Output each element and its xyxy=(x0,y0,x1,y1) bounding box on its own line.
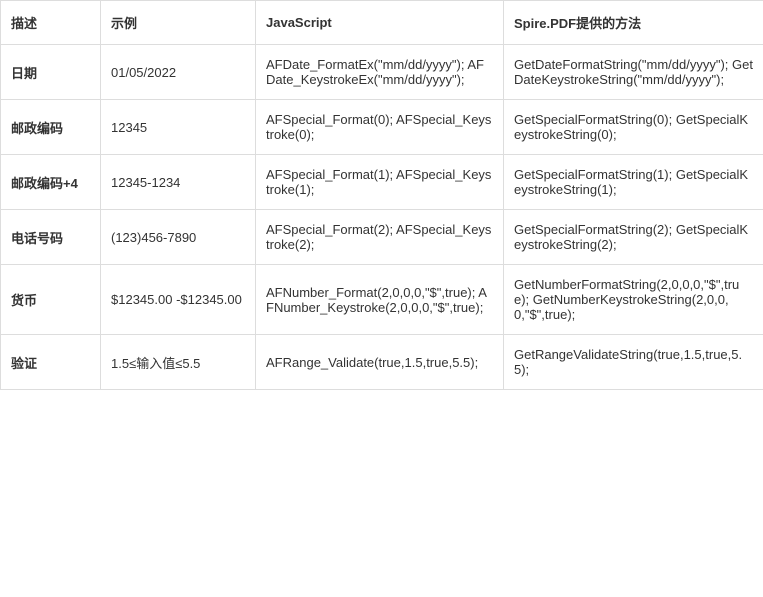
cell-js: AFDate_FormatEx("mm/dd/yyyy"); AFDate_Ke… xyxy=(256,45,504,100)
cell-spire: GetSpecialFormatString(0); GetSpecialKey… xyxy=(504,100,763,155)
cell-spire: GetSpecialFormatString(1); GetSpecialKey… xyxy=(504,155,763,210)
cell-desc: 货币 xyxy=(1,265,101,335)
cell-desc: 邮政编码 xyxy=(1,100,101,155)
cell-example: 12345 xyxy=(101,100,256,155)
cell-spire: GetDateFormatString("mm/dd/yyyy"); GetDa… xyxy=(504,45,763,100)
cell-desc: 电话号码 xyxy=(1,210,101,265)
table-row: 邮政编码 12345 AFSpecial_Format(0); AFSpecia… xyxy=(1,100,763,155)
table-row: 货币 $12345.00 -$12345.00 AFNumber_Format(… xyxy=(1,265,763,335)
cell-example: 12345-1234 xyxy=(101,155,256,210)
cell-example: $12345.00 -$12345.00 xyxy=(101,265,256,335)
table-row: 日期 01/05/2022 AFDate_FormatEx("mm/dd/yyy… xyxy=(1,45,763,100)
table-row: 电话号码 (123)456-7890 AFSpecial_Format(2); … xyxy=(1,210,763,265)
cell-spire: GetNumberFormatString(2,0,0,0,"$",true);… xyxy=(504,265,763,335)
header-desc: 描述 xyxy=(1,1,101,45)
cell-example: 01/05/2022 xyxy=(101,45,256,100)
header-example: 示例 xyxy=(101,1,256,45)
header-js: JavaScript xyxy=(256,1,504,45)
cell-example: 1.5≤输入值≤5.5 xyxy=(101,335,256,390)
table-row: 邮政编码+4 12345-1234 AFSpecial_Format(1); A… xyxy=(1,155,763,210)
table-header-row: 描述 示例 JavaScript Spire.PDF提供的方法 xyxy=(1,1,763,45)
cell-js: AFSpecial_Format(0); AFSpecial_Keystroke… xyxy=(256,100,504,155)
cell-example: (123)456-7890 xyxy=(101,210,256,265)
cell-js: AFSpecial_Format(2); AFSpecial_Keystroke… xyxy=(256,210,504,265)
cell-spire: GetSpecialFormatString(2); GetSpecialKey… xyxy=(504,210,763,265)
cell-desc: 日期 xyxy=(1,45,101,100)
cell-js: AFSpecial_Format(1); AFSpecial_Keystroke… xyxy=(256,155,504,210)
cell-js: AFNumber_Format(2,0,0,0,"$",true); AFNum… xyxy=(256,265,504,335)
cell-spire: GetRangeValidateString(true,1.5,true,5.5… xyxy=(504,335,763,390)
header-spire: Spire.PDF提供的方法 xyxy=(504,1,763,45)
table-body: 日期 01/05/2022 AFDate_FormatEx("mm/dd/yyy… xyxy=(1,45,763,390)
methods-table: 描述 示例 JavaScript Spire.PDF提供的方法 日期 01/05… xyxy=(0,0,763,390)
cell-desc: 验证 xyxy=(1,335,101,390)
cell-desc: 邮政编码+4 xyxy=(1,155,101,210)
cell-js: AFRange_Validate(true,1.5,true,5.5); xyxy=(256,335,504,390)
table-row: 验证 1.5≤输入值≤5.5 AFRange_Validate(true,1.5… xyxy=(1,335,763,390)
